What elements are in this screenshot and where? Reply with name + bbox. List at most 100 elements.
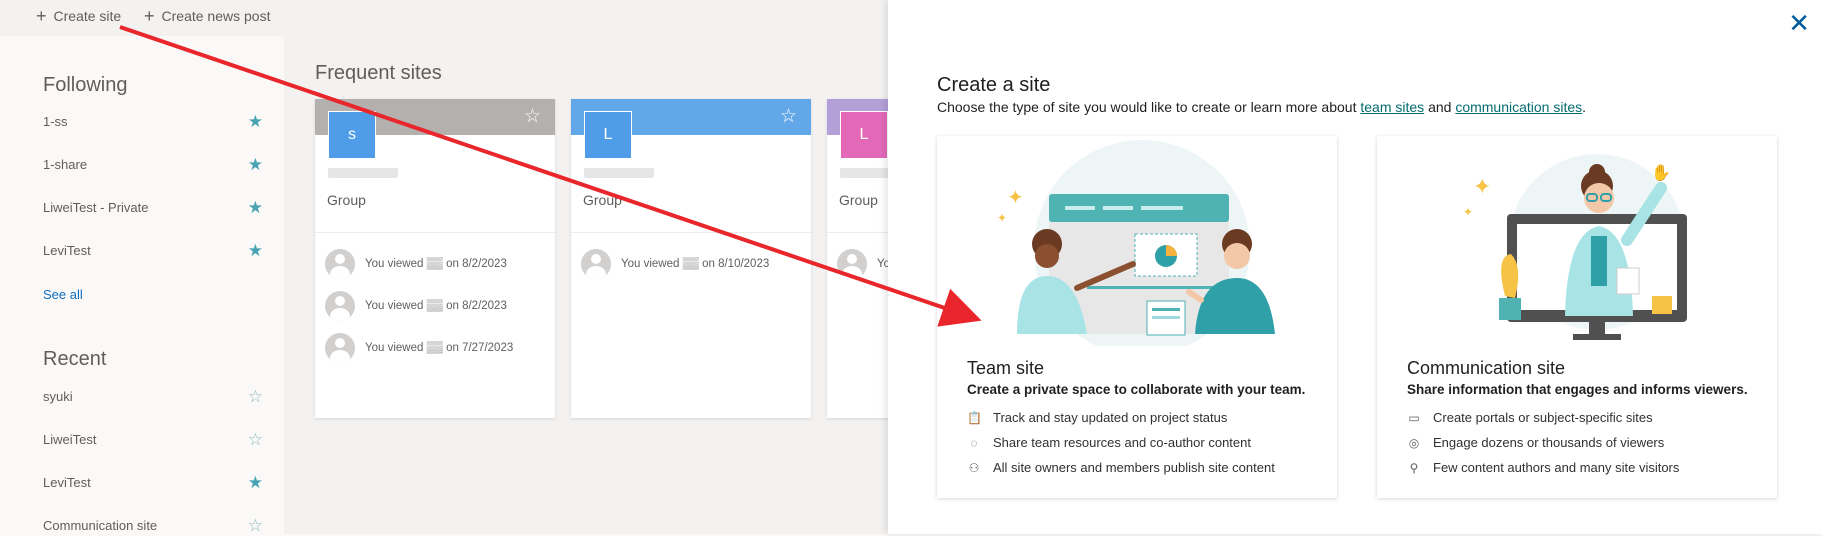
site-type: Group	[839, 192, 878, 208]
following-item-1-share[interactable]: 1-share ★	[43, 155, 263, 175]
svg-text:✋: ✋	[1651, 163, 1671, 182]
page-icon: ▭	[1408, 410, 1420, 425]
activity-item[interactable]: You viewed ▒▒ on 8/2/2023	[325, 291, 507, 321]
recent-item-label: syuki	[43, 389, 73, 404]
team-feature: ◌ Share team resources and co-author con…	[967, 435, 1251, 450]
svg-text:✦: ✦	[997, 211, 1007, 225]
see-all-link[interactable]: See all	[43, 287, 83, 302]
star-filled-icon[interactable]: ★	[248, 112, 263, 132]
recent-item-communication-site[interactable]: Communication site ☆	[43, 516, 263, 536]
team-feature: 📋 Track and stay updated on project stat…	[967, 410, 1228, 425]
activity-date: on 7/27/2023	[446, 342, 514, 354]
team-site-option[interactable]: ✦ ✦ Team site Create a private space to …	[937, 136, 1337, 498]
avatar	[325, 291, 355, 321]
team-feature: ⚇ All site owners and members publish si…	[968, 460, 1275, 475]
plus-icon: +	[144, 6, 155, 26]
recent-item-liweitest[interactable]: LiweiTest ☆	[43, 430, 263, 450]
create-site-label: Create site	[53, 8, 122, 24]
site-type: Group	[327, 192, 366, 208]
site-type: Group	[583, 192, 622, 208]
svg-text:✦: ✦	[1007, 185, 1024, 209]
team-sites-link[interactable]: team sites	[1360, 99, 1424, 115]
avatar	[325, 333, 355, 363]
broadcast-icon: ◎	[1408, 435, 1420, 450]
team-site-description: Create a private space to collaborate wi…	[967, 382, 1306, 397]
recent-item-label: LeviTest	[43, 475, 91, 490]
site-tile: s	[328, 111, 376, 159]
activity-text: You viewed	[365, 342, 424, 354]
following-item-label: 1-ss	[43, 114, 68, 129]
star-outline-icon[interactable]: ☆	[780, 105, 797, 128]
team-site-illustration: ✦ ✦	[997, 140, 1275, 346]
following-item-label: 1-share	[43, 157, 88, 172]
communication-feature: ◎ Engage dozens or thousands of viewers	[1408, 435, 1665, 450]
people-icon: ⚇	[968, 460, 980, 475]
svg-text:✦: ✦	[1473, 175, 1491, 200]
command-bar: + Create site + Create news post	[0, 0, 890, 36]
sync-icon: ◌	[970, 435, 978, 450]
communication-site-name: Communication site	[1407, 358, 1566, 378]
site-tile: L	[584, 111, 632, 159]
redacted-site-name	[584, 168, 654, 178]
following-item-levitest[interactable]: LeviTest ★	[43, 241, 263, 261]
following-item-1-ss[interactable]: 1-ss ★	[43, 112, 263, 132]
panel-title: Create a site	[937, 74, 1051, 96]
communication-feature: ▭ Create portals or subject-specific sit…	[1408, 410, 1653, 425]
communication-site-description: Share information that engages and infor…	[1407, 382, 1748, 397]
site-card[interactable]: ☆ s Group You viewed ▒▒ on 8/2/2023 You …	[315, 99, 555, 418]
communication-sites-link[interactable]: communication sites	[1455, 99, 1582, 115]
activity-item[interactable]: Yo	[837, 249, 890, 279]
activity-text: You viewed	[365, 300, 424, 312]
activity-item[interactable]: You viewed ▒▒ on 7/27/2023	[325, 333, 513, 363]
recent-item-levitest[interactable]: LeviTest ★	[43, 473, 263, 493]
following-heading: Following	[43, 74, 128, 96]
following-item-label: LeviTest	[43, 243, 91, 258]
main-content: Frequent sites ☆ s Group You viewed ▒▒ o…	[284, 36, 1067, 534]
create-site-panel: ✕ Create a site Choose the type of site …	[888, 0, 1822, 534]
activity-item[interactable]: You viewed ▒▒ on 8/2/2023	[325, 249, 507, 279]
site-card[interactable]: ☆ L Group You viewed ▒▒ on 8/10/2023	[571, 99, 811, 418]
plus-icon: +	[36, 6, 47, 26]
star-filled-icon[interactable]: ★	[248, 155, 263, 175]
team-site-name: Team site	[967, 358, 1045, 378]
star-filled-icon[interactable]: ★	[248, 241, 263, 261]
create-news-label: Create news post	[161, 8, 271, 24]
activity-text: You viewed	[365, 258, 424, 270]
communication-site-option[interactable]: ✋ ✦ ✦ Communication site Share informati…	[1377, 136, 1777, 498]
activity-text: You viewed	[621, 258, 680, 270]
following-item-label: LiweiTest - Private	[43, 200, 149, 215]
site-tile: L	[840, 111, 888, 159]
communication-site-illustration: ✋ ✦ ✦	[1463, 154, 1687, 340]
close-icon[interactable]: ✕	[1788, 10, 1810, 36]
panel-subtitle: Choose the type of site you would like t…	[937, 99, 1587, 115]
create-news-post-button[interactable]: + Create news post	[144, 6, 271, 26]
recent-item-syuki[interactable]: syuki ☆	[43, 387, 263, 407]
activity-date: on 8/2/2023	[446, 258, 507, 270]
star-outline-icon[interactable]: ☆	[524, 105, 541, 128]
recent-item-label: LiweiTest	[43, 432, 97, 447]
frequent-sites-heading: Frequent sites	[315, 62, 442, 84]
svg-text:✦: ✦	[1463, 205, 1473, 219]
create-site-button[interactable]: + Create site	[36, 6, 122, 26]
clipboard-icon: 📋	[967, 410, 982, 425]
redacted-site-name	[328, 168, 398, 178]
sidebar: Following 1-ss ★ 1-share ★ LiweiTest - P…	[4, 36, 284, 536]
person-icon: ⚲	[1409, 460, 1419, 475]
star-filled-icon[interactable]: ★	[248, 198, 263, 218]
star-outline-icon[interactable]: ☆	[248, 516, 263, 536]
star-outline-icon[interactable]: ☆	[248, 387, 263, 407]
activity-date: on 8/2/2023	[446, 300, 507, 312]
avatar	[581, 249, 611, 279]
star-outline-icon[interactable]: ☆	[248, 430, 263, 450]
following-item-liweitest-private[interactable]: LiweiTest - Private ★	[43, 198, 263, 218]
recent-heading: Recent	[43, 348, 107, 370]
card-divider	[571, 232, 811, 233]
avatar	[325, 249, 355, 279]
card-divider	[315, 232, 555, 233]
activity-date: on 8/10/2023	[702, 258, 770, 270]
recent-item-label: Communication site	[43, 518, 158, 533]
communication-feature: ⚲ Few content authors and many site visi…	[1407, 460, 1680, 475]
avatar	[837, 249, 867, 279]
star-filled-icon[interactable]: ★	[248, 473, 263, 493]
activity-item[interactable]: You viewed ▒▒ on 8/10/2023	[581, 249, 769, 279]
